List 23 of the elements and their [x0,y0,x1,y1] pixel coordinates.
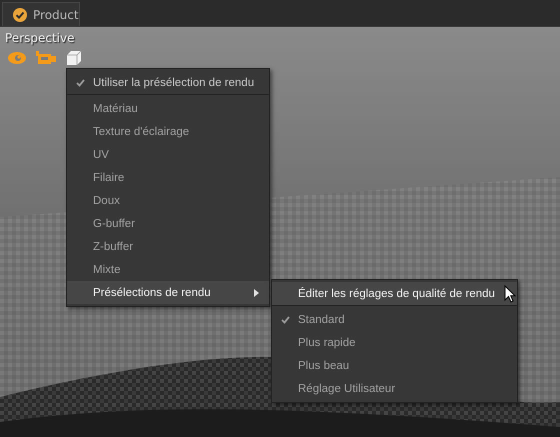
product-tab[interactable]: Product [2,2,80,26]
cube-icon[interactable] [66,50,82,66]
eye-icon[interactable] [8,52,26,64]
checkmark-icon [13,8,27,22]
menu-item[interactable]: Texture d'éclairage [67,120,269,143]
menu-item[interactable]: Standard [272,308,517,331]
menu-item[interactable]: G-buffer [67,212,269,235]
menu-item[interactable]: Mixte [67,258,269,281]
menu-item[interactable]: Z-buffer [67,235,269,258]
menu-item[interactable]: Doux [67,189,269,212]
menu-item[interactable]: Plus rapide [272,331,517,354]
menu-item[interactable]: Utiliser la présélection de rendu [67,71,269,95]
camera-icon[interactable] [36,51,56,65]
menu-item[interactable]: UV [67,143,269,166]
submenu-arrow-icon [254,288,259,296]
menu-item[interactable]: Plus beau [272,354,517,377]
menu-item[interactable]: Filaire [67,166,269,189]
menu-item[interactable]: Éditer les réglages de qualité de rendu [272,282,517,306]
cursor-icon [504,285,516,303]
menu-item[interactable]: Matériau [67,97,269,120]
menu-item[interactable]: Réglage Utilisateur [272,377,517,400]
menu-item[interactable]: Présélections de rendu [67,281,269,304]
viewport-label: Perspective [5,31,74,45]
